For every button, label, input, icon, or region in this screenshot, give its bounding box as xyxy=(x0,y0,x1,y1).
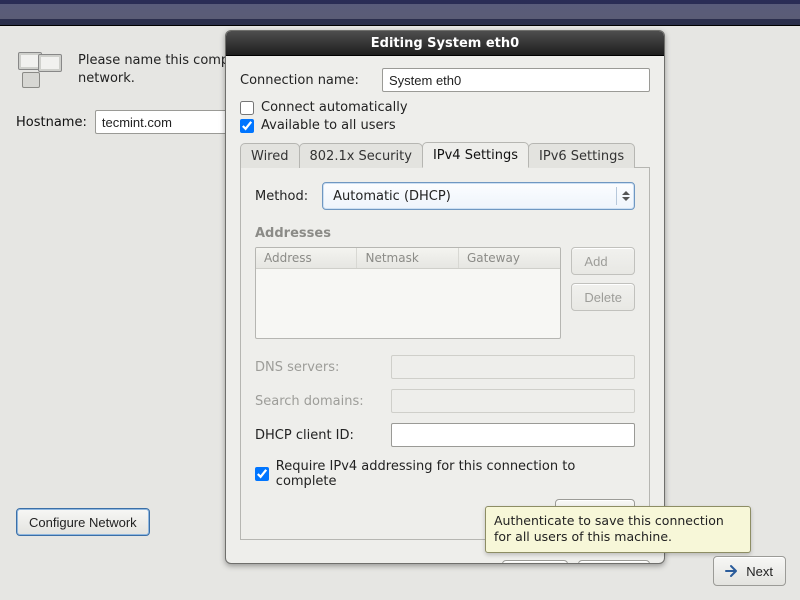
available-all-users-check[interactable]: Available to all users xyxy=(240,118,650,133)
hostname-input[interactable] xyxy=(95,110,245,134)
method-row: Method: Automatic (DHCP) xyxy=(255,182,635,210)
connect-automatically-label: Connect automatically xyxy=(261,100,408,115)
connect-automatically-checkbox[interactable] xyxy=(240,101,254,115)
arrow-right-icon xyxy=(724,563,740,579)
delete-address-button: Delete xyxy=(571,283,635,311)
col-address: Address xyxy=(256,248,357,268)
connect-automatically-check[interactable]: Connect automatically xyxy=(240,100,650,115)
addresses-row: Address Netmask Gateway Add Delete xyxy=(255,247,635,339)
dns-servers-label: DNS servers: xyxy=(255,360,385,375)
require-ipv4-label: Require IPv4 addressing for this connect… xyxy=(276,459,635,489)
addresses-buttons: Add Delete xyxy=(571,247,635,339)
dialog-body: Connection name: Connect automatically A… xyxy=(226,56,664,550)
method-value: Automatic (DHCP) xyxy=(333,189,451,204)
addresses-table: Address Netmask Gateway xyxy=(255,247,561,339)
dialog-title: Editing System eth0 xyxy=(371,36,519,51)
window-top-banner xyxy=(0,0,800,26)
add-address-button: Add xyxy=(571,247,635,275)
dialog-titlebar[interactable]: Editing System eth0 xyxy=(226,31,664,56)
next-label: Next xyxy=(746,564,773,579)
dns-servers-input xyxy=(391,355,635,379)
connection-name-input[interactable] xyxy=(382,68,650,92)
col-netmask: Netmask xyxy=(357,248,458,268)
tab-8021x-security[interactable]: 802.1x Security xyxy=(299,143,423,168)
method-select[interactable]: Automatic (DHCP) xyxy=(322,182,635,210)
chevron-updown-icon xyxy=(616,187,628,205)
dns-grid: DNS servers: Search domains: DHCP client… xyxy=(255,355,635,447)
addresses-header: Address Netmask Gateway xyxy=(256,248,560,269)
dhcp-client-id-label: DHCP client ID: xyxy=(255,428,385,443)
apply-button[interactable]: Apply… xyxy=(578,560,650,564)
addresses-title: Addresses xyxy=(255,226,635,241)
available-all-users-label: Available to all users xyxy=(261,118,396,133)
network-hosts-icon xyxy=(16,52,64,92)
connection-name-label: Connection name: xyxy=(240,73,370,88)
connection-name-row: Connection name: xyxy=(240,68,650,92)
ipv4-panel: Method: Automatic (DHCP) Addresses Addre… xyxy=(240,168,650,540)
banner-inner xyxy=(0,4,800,19)
dhcp-client-id-input[interactable] xyxy=(391,423,635,447)
search-domains-input xyxy=(391,389,635,413)
tab-ipv6-settings[interactable]: IPv6 Settings xyxy=(528,143,635,168)
require-ipv4-checkbox[interactable] xyxy=(255,467,269,481)
tabbar: Wired 802.1x Security IPv4 Settings IPv6… xyxy=(240,141,650,168)
search-domains-label: Search domains: xyxy=(255,394,385,409)
tab-wired[interactable]: Wired xyxy=(240,143,300,168)
hostname-label: Hostname: xyxy=(16,115,87,130)
col-gateway: Gateway xyxy=(459,248,560,268)
configure-network-button[interactable]: Configure Network xyxy=(16,508,150,536)
method-label: Method: xyxy=(255,189,308,204)
next-button[interactable]: Next xyxy=(713,556,786,586)
cancel-button[interactable]: Cancel xyxy=(502,560,568,564)
edit-connection-dialog: Editing System eth0 Connection name: Con… xyxy=(225,30,665,564)
require-ipv4-check[interactable]: Require IPv4 addressing for this connect… xyxy=(255,459,635,489)
available-all-users-checkbox[interactable] xyxy=(240,119,254,133)
settings-tabs: Wired 802.1x Security IPv4 Settings IPv6… xyxy=(240,141,650,540)
authenticate-tooltip: Authenticate to save this connection for… xyxy=(485,506,751,553)
tab-ipv4-settings[interactable]: IPv4 Settings xyxy=(422,142,529,168)
